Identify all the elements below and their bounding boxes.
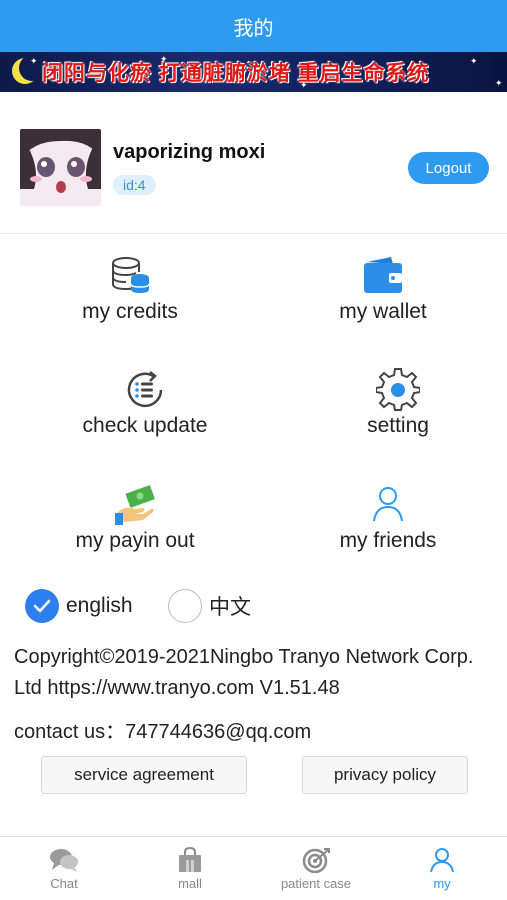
money-hand-icon: [113, 483, 157, 527]
user-id-badge: id:4: [113, 175, 156, 195]
star-icon: ✦: [470, 56, 478, 66]
wallet-icon: [361, 254, 405, 298]
page-header: 我的: [0, 0, 507, 52]
menu-label: my friends: [339, 529, 437, 552]
coins-database-icon: [108, 254, 152, 298]
language-option-chinese[interactable]: 中文: [168, 589, 251, 623]
menu-label: my wallet: [339, 300, 427, 323]
tab-label: patient case: [280, 876, 352, 891]
language-label: english: [66, 594, 133, 617]
refresh-list-icon: [123, 368, 167, 412]
tab-my[interactable]: my: [379, 837, 505, 900]
profile-section: vaporizing moxi id:4 Logout: [0, 92, 507, 234]
radio-unchecked-icon[interactable]: [168, 589, 202, 623]
person-icon: [430, 848, 454, 873]
menu-check-update[interactable]: check update: [20, 368, 270, 468]
tab-mall[interactable]: mall: [127, 837, 253, 900]
privacy-policy-button[interactable]: privacy policy: [302, 756, 468, 794]
promo-banner[interactable]: ✦ ✦ ✦ ✦ ✦ 闭阳与化瘀 打通脏腑淤堵 重启生命系统: [0, 52, 507, 92]
tab-patient-case[interactable]: patient case: [253, 837, 379, 900]
page-title: 我的: [233, 17, 274, 40]
menu-label: setting: [367, 414, 429, 437]
menu-my-wallet[interactable]: my wallet: [258, 254, 507, 354]
gear-icon: [376, 368, 420, 412]
avatar[interactable]: [20, 129, 101, 206]
menu-label: my credits: [82, 300, 178, 323]
shopping-bag-icon: [179, 847, 201, 872]
menu-label: check update: [82, 414, 208, 437]
person-icon: [366, 483, 410, 527]
username: vaporizing moxi: [113, 141, 266, 163]
menu-my-payin-out[interactable]: my payin out: [10, 483, 260, 583]
star-icon: ✦: [495, 78, 503, 88]
radio-checked-icon[interactable]: [25, 589, 59, 623]
star-icon: ✦: [30, 56, 38, 66]
tab-chat[interactable]: Chat: [1, 837, 127, 900]
contact-text: contact us：747744636@qq.com: [14, 721, 312, 743]
menu-my-credits[interactable]: my credits: [5, 254, 255, 354]
banner-text: 闭阳与化瘀 打通脏腑淤堵 重启生命系统: [42, 62, 430, 85]
service-agreement-button[interactable]: service agreement: [41, 756, 247, 794]
tab-label: mall: [178, 876, 202, 891]
menu-my-friends[interactable]: my friends: [263, 483, 507, 583]
copyright-text: Copyright©2019-2021Ningbo Tranyo Network…: [14, 646, 474, 699]
menu-setting[interactable]: setting: [273, 368, 507, 468]
bottom-tab-bar: Chat mall patient case my: [0, 836, 507, 900]
language-option-english[interactable]: english: [25, 589, 133, 623]
menu-label: my payin out: [75, 529, 195, 552]
logout-button[interactable]: Logout: [408, 152, 489, 184]
tab-label: Chat: [50, 876, 78, 891]
tab-label: my: [433, 876, 451, 891]
target-icon: [302, 848, 330, 873]
chat-icon: [50, 849, 78, 872]
language-label: 中文: [209, 596, 251, 619]
